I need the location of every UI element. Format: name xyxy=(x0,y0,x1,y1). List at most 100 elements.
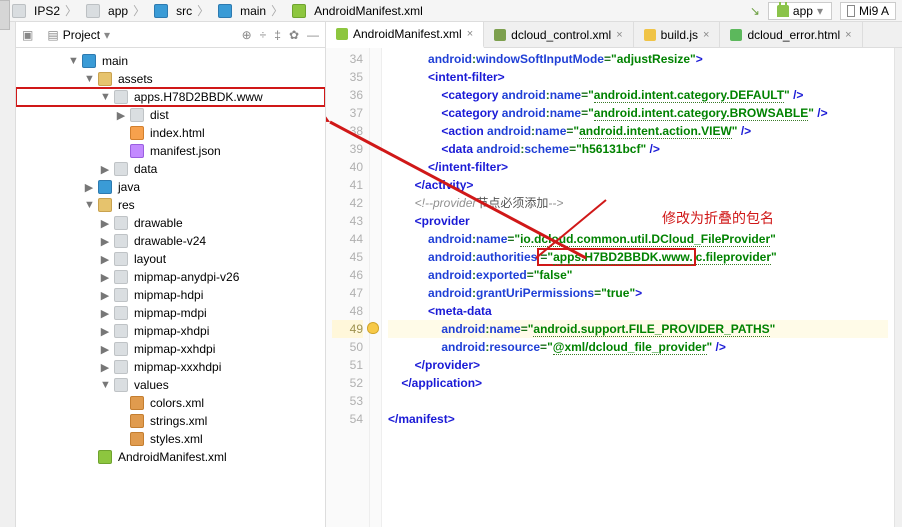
breadcrumb-item[interactable]: IPS2 xyxy=(6,4,62,18)
expand-icon[interactable]: ▶ xyxy=(100,163,110,176)
code-line[interactable]: <meta-data xyxy=(388,302,888,320)
expand-icon[interactable]: ▼ xyxy=(100,91,110,103)
fold-gutter[interactable] xyxy=(370,48,382,527)
tree-node[interactable]: ▶java xyxy=(16,178,325,196)
tree-node[interactable]: ▶drawable-v24 xyxy=(16,232,325,250)
project-header[interactable]: ▣ ▤ Project ▾ ⊕ ÷ ‡ ✿ — xyxy=(16,22,325,48)
tree-node[interactable]: ▼assets xyxy=(16,70,325,88)
project-tree[interactable]: ▼ main ▼assets▼apps.H78D2BBDK.www▶distinde… xyxy=(16,48,325,527)
tree-node[interactable]: index.html xyxy=(16,124,325,142)
close-icon[interactable]: × xyxy=(703,29,709,41)
expand-icon[interactable]: ▶ xyxy=(116,109,126,122)
expand-icon[interactable]: ▶ xyxy=(100,325,110,338)
tree-node[interactable]: ▶mipmap-xxhdpi xyxy=(16,340,325,358)
tree-node[interactable]: ▶ layout xyxy=(16,250,325,268)
marker-strip xyxy=(894,48,902,527)
gear-icon[interactable]: ✿ xyxy=(289,28,299,42)
tree-node[interactable]: ▶mipmap-xhdpi xyxy=(16,322,325,340)
breadcrumb-item[interactable]: AndroidManifest.xml xyxy=(286,4,425,18)
close-icon[interactable]: × xyxy=(467,28,473,40)
code-line[interactable]: <category android:name="android.intent.c… xyxy=(388,104,888,122)
code-line[interactable] xyxy=(388,392,888,410)
gutter: 3435363738394041424344454647484950515253… xyxy=(326,48,370,527)
tree-label: res xyxy=(116,198,135,212)
code-line[interactable]: </provider> xyxy=(388,356,888,374)
code-line[interactable]: </application> xyxy=(388,374,888,392)
hide-icon[interactable]: — xyxy=(307,28,319,42)
tab-label: dcloud_control.xml xyxy=(511,28,611,42)
editor-tab[interactable]: dcloud_error.html× xyxy=(720,22,862,47)
code-line[interactable]: android:name="io.dcloud.common.util.DClo… xyxy=(388,230,888,248)
editor-tab[interactable]: build.js× xyxy=(634,22,721,47)
chevron-down-icon: ▾ xyxy=(104,28,110,42)
expand-icon[interactable]: ▶ xyxy=(84,181,94,194)
tree-node[interactable]: ▼values xyxy=(16,376,325,394)
code-line[interactable]: android:exported="false" xyxy=(388,266,888,284)
device-dropdown[interactable]: Mi9 A xyxy=(840,2,896,20)
tree-node[interactable]: ▶mipmap-hdpi xyxy=(16,286,325,304)
code-line[interactable]: </intent-filter> xyxy=(388,158,888,176)
editor-tab[interactable]: AndroidManifest.xml× xyxy=(326,22,484,48)
close-icon[interactable]: × xyxy=(845,29,851,41)
file-icon xyxy=(114,162,128,176)
tree-node[interactable]: strings.xml xyxy=(16,412,325,430)
breadcrumb-item[interactable]: main xyxy=(212,4,268,18)
code-body[interactable]: android:windowSoftInputMode="adjustResiz… xyxy=(382,48,894,527)
tree-label: drawable xyxy=(132,216,183,230)
tree-node[interactable]: ▶mipmap-mdpi xyxy=(16,304,325,322)
close-icon[interactable]: × xyxy=(616,29,622,41)
expand-icon[interactable]: ▶ xyxy=(100,343,110,356)
code-line[interactable]: <data android:scheme="h56131bcf" /> xyxy=(388,140,888,158)
tree-node[interactable]: ▶ drawable xyxy=(16,214,325,232)
code-line[interactable]: <intent-filter> xyxy=(388,68,888,86)
bulb-icon[interactable] xyxy=(367,322,379,334)
file-icon xyxy=(82,54,96,68)
expand-icon[interactable]: ▶ xyxy=(100,235,110,248)
tree-node[interactable]: ▶data xyxy=(16,160,325,178)
code-line[interactable]: <category android:name="android.intent.c… xyxy=(388,86,888,104)
expand-icon[interactable]: ▼ xyxy=(100,379,110,391)
breadcrumb-item[interactable]: src xyxy=(148,4,194,18)
expand-icon[interactable]: ▶ xyxy=(100,253,110,266)
code-line[interactable]: </manifest> xyxy=(388,410,888,428)
tree-label: layout xyxy=(132,252,166,266)
tree-node[interactable]: colors.xml xyxy=(16,394,325,412)
expand-icon[interactable]: ▼ xyxy=(68,55,78,67)
target-icon[interactable]: ⊕ xyxy=(242,28,252,42)
expand-icon[interactable]: ▼ xyxy=(84,73,94,85)
tree-node[interactable]: ▼apps.H78D2BBDK.www xyxy=(16,88,325,106)
tree-node[interactable]: manifest.json xyxy=(16,142,325,160)
project-tool-strip[interactable] xyxy=(0,22,16,527)
collapse-icon[interactable]: ▣ xyxy=(22,28,33,42)
code-editor[interactable]: 3435363738394041424344454647484950515253… xyxy=(326,48,902,527)
expand-icon[interactable]: ▶ xyxy=(100,289,110,302)
expand-icon[interactable]: ▶ xyxy=(100,217,110,230)
code-line[interactable]: android:resource="@xml/dcloud_file_provi… xyxy=(388,338,888,356)
expand-icon[interactable]: ▶ xyxy=(100,307,110,320)
run-config-dropdown[interactable]: app ▾ xyxy=(768,2,832,20)
code-line[interactable]: <provider xyxy=(388,212,888,230)
options-icon[interactable]: ‡ xyxy=(274,28,281,42)
tree-node[interactable]: AndroidManifest.xml xyxy=(16,448,325,466)
code-line[interactable]: android:grantUriPermissions="true"> xyxy=(388,284,888,302)
expand-icon[interactable]: ▼ xyxy=(84,199,94,211)
editor-tab[interactable]: dcloud_control.xml × xyxy=(484,22,634,47)
expand-icon[interactable]: ▶ xyxy=(100,271,110,284)
code-line[interactable]: android:authorities="apps.H7BD2BBDK.www.… xyxy=(388,248,888,266)
expand-icon[interactable]: ▶ xyxy=(100,361,110,374)
tree-node[interactable]: ▼ res xyxy=(16,196,325,214)
divide-icon[interactable]: ÷ xyxy=(260,28,267,42)
tree-node[interactable]: ▶mipmap-xxxhdpi xyxy=(16,358,325,376)
code-line[interactable]: android:windowSoftInputMode="adjustResiz… xyxy=(388,50,888,68)
sync-icon[interactable]: ↘ xyxy=(750,4,760,18)
code-line[interactable]: <!--provider节点必须添加--> xyxy=(388,194,888,212)
tree-node[interactable]: ▶dist xyxy=(16,106,325,124)
tree-node[interactable]: ▶mipmap-anydpi-v26 xyxy=(16,268,325,286)
tree-node[interactable]: styles.xml xyxy=(16,430,325,448)
tree-label: main xyxy=(100,54,128,68)
code-line[interactable]: <action android:name="android.intent.act… xyxy=(388,122,888,140)
breadcrumb-item[interactable]: app xyxy=(80,4,130,18)
tree-node[interactable]: ▼ main xyxy=(16,52,325,70)
code-line[interactable]: android:name="android.support.FILE_PROVI… xyxy=(388,320,888,338)
code-line[interactable]: </activity> xyxy=(388,176,888,194)
